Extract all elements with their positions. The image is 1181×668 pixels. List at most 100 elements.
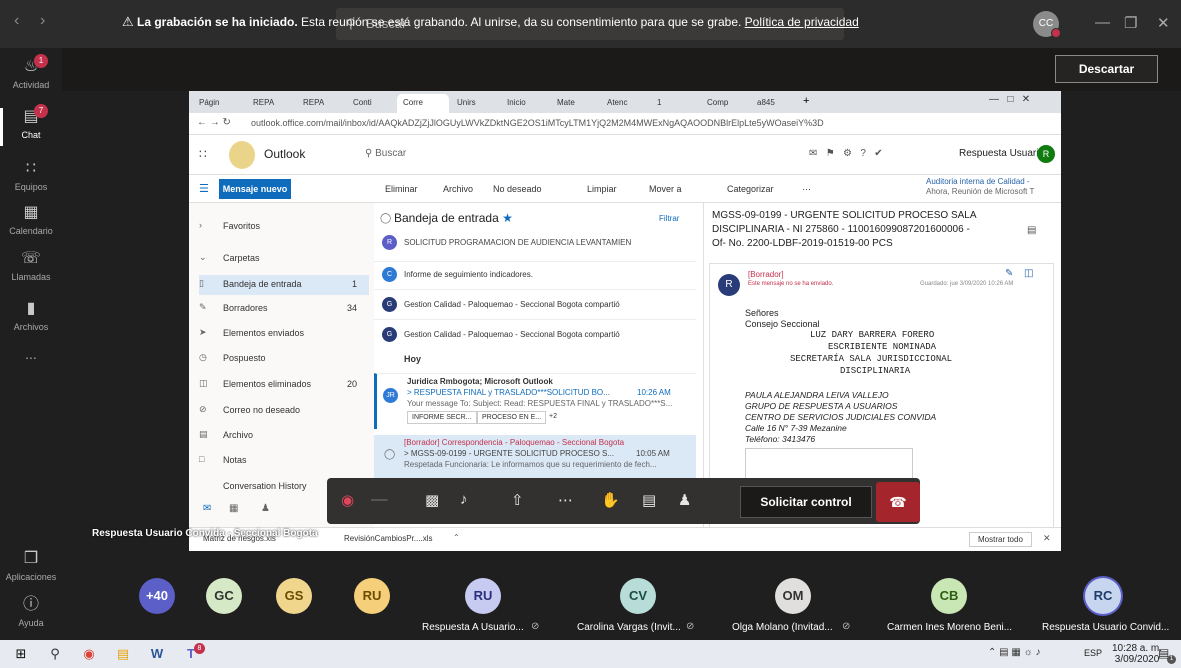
- request-control-button[interactable]: Solicitar control: [740, 486, 872, 518]
- participants-icon[interactable]: ♟: [678, 491, 691, 509]
- browser-tab[interactable]: 1: [651, 94, 699, 113]
- outlook-user-avatar[interactable]: R: [1037, 145, 1055, 163]
- browser-tab[interactable]: Unirs: [451, 94, 499, 113]
- close-icon[interactable]: ✕: [1043, 533, 1051, 544]
- rail-item-actividad[interactable]: ♨ 1 Actividad: [0, 52, 62, 102]
- mail-icon[interactable]: ✉: [203, 503, 211, 514]
- meeting-reminder[interactable]: Auditoria interna de Calidad - Ahora, Re…: [926, 177, 1058, 197]
- hang-up-button[interactable]: ☎: [876, 482, 920, 522]
- windows-start-icon[interactable]: ⊞: [12, 645, 30, 663]
- privacy-link[interactable]: Política de privacidad: [745, 15, 859, 29]
- back-icon[interactable]: ‹: [14, 12, 19, 30]
- search-icon[interactable]: ⚲: [46, 645, 64, 663]
- raise-hand-icon[interactable]: ✋: [601, 491, 620, 509]
- browser-tab[interactable]: a845: [751, 94, 799, 113]
- tray-icons[interactable]: ⌃ ▤ ▦ ☼ ♪: [988, 647, 1041, 658]
- clock[interactable]: 10:28 a. m. 3/09/2020: [1112, 643, 1162, 665]
- calendar-icon[interactable]: ▦: [229, 503, 238, 514]
- list-item[interactable]: C Informe de seguimiento indicadores.: [374, 261, 696, 287]
- people-icon[interactable]: ♟: [261, 503, 270, 514]
- browser-tab[interactable]: Atenc: [601, 94, 649, 113]
- record-icon[interactable]: ◉: [341, 491, 354, 509]
- categorize-button[interactable]: Categorizar: [727, 184, 774, 194]
- participant-avatar[interactable]: OM: [775, 578, 811, 614]
- participant-avatar[interactable]: RU: [465, 578, 501, 614]
- rail-item-aplicaciones[interactable]: ❒ Aplicaciones: [0, 544, 62, 594]
- rail-item-archivos[interactable]: ▮ Archivos: [0, 294, 62, 344]
- rail-item-equipos[interactable]: ∷ Equipos: [0, 154, 62, 204]
- folder-drafts[interactable]: ✎ Borradores 34: [199, 299, 369, 319]
- browser-tab[interactable]: Conti: [347, 94, 395, 113]
- more-options-icon[interactable]: ⋯: [558, 491, 573, 509]
- forward-icon[interactable]: ›: [40, 12, 45, 30]
- participant-overflow[interactable]: +40: [139, 578, 175, 614]
- select-circle-icon[interactable]: ◯: [384, 449, 395, 460]
- browser-tab[interactable]: REPA: [247, 94, 295, 113]
- sweep-button[interactable]: Limpiar: [587, 184, 617, 194]
- avatar[interactable]: CC: [1033, 11, 1061, 38]
- address-bar[interactable]: ← → ↻ outlook.office.com/mail/inbox/id/A…: [189, 113, 1061, 135]
- folder-notes[interactable]: □ Notas: [199, 451, 369, 471]
- attachment-chip[interactable]: INFORME SECR...: [407, 411, 477, 424]
- filter-button[interactable]: Filtrar: [659, 214, 679, 223]
- trash-icon[interactable]: ◫: [1024, 268, 1033, 279]
- move-button[interactable]: Mover a: [649, 184, 682, 194]
- camera-off-icon[interactable]: ▩: [425, 491, 439, 509]
- mic-icon[interactable]: ♪: [460, 491, 468, 508]
- folder-deleted[interactable]: ◫ Elementos eliminados 20: [199, 375, 369, 395]
- folder-junk[interactable]: ⊘ Correo no deseado: [199, 401, 369, 421]
- folder-sent[interactable]: ➤ Elementos enviados: [199, 324, 369, 344]
- header-icons[interactable]: ✉ ⚑ ⚙ ? ✔: [809, 148, 883, 159]
- show-all-button[interactable]: Mostrar todo: [969, 532, 1032, 547]
- more-actions-button[interactable]: ···: [802, 184, 811, 194]
- minimize-icon[interactable]: —: [1095, 14, 1110, 31]
- dismiss-button[interactable]: Descartar: [1055, 55, 1158, 83]
- list-item[interactable]: R SOLICITUD PROGRAMACION DE AUDIENCIA LE…: [374, 235, 696, 255]
- rail-item-ayuda[interactable]: ⓘ Ayuda: [0, 590, 62, 640]
- rail-item-llamadas[interactable]: ☏ Llamadas: [0, 244, 62, 294]
- browser-tab[interactable]: REPA: [297, 94, 345, 113]
- download-item[interactable]: RevisiónCambiosPr....xls: [344, 534, 432, 543]
- folder-carpetas[interactable]: ⌄ Carpetas: [199, 249, 369, 269]
- file-explorer-icon[interactable]: ▤: [114, 645, 132, 663]
- new-mail-button[interactable]: Mensaje nuevo: [219, 179, 291, 199]
- star-icon[interactable]: ★: [502, 211, 513, 225]
- folder-archive[interactable]: ▤ Archivo: [199, 426, 369, 446]
- edit-icon[interactable]: ✎: [1005, 268, 1013, 279]
- chevron-up-icon[interactable]: ⌃: [453, 533, 460, 542]
- archive-button[interactable]: Archivo: [443, 184, 473, 194]
- browser-tab[interactable]: Mate: [551, 94, 599, 113]
- rail-item-more[interactable]: ...: [0, 346, 62, 396]
- folder-favoritos[interactable]: › Favoritos: [199, 217, 369, 237]
- chat-icon[interactable]: ▤: [642, 491, 656, 509]
- outlook-search[interactable]: ⚲ Buscar: [365, 144, 565, 164]
- close-icon[interactable]: ✕: [1157, 14, 1170, 32]
- folder-inbox[interactable]: ▯ Bandeja de entrada 1: [199, 275, 369, 295]
- browser-tab-active[interactable]: Corre: [397, 94, 449, 113]
- rail-item-chat[interactable]: ▤ 7 Chat: [0, 102, 62, 152]
- nav-arrows-icon[interactable]: ← → ↻: [197, 117, 231, 128]
- share-screen-icon[interactable]: ⇧: [511, 491, 524, 509]
- participant-avatar[interactable]: RC: [1085, 578, 1121, 614]
- language-indicator[interactable]: ESP: [1084, 648, 1102, 658]
- popout-icon[interactable]: ▤: [1027, 225, 1036, 236]
- participant-avatar[interactable]: GC: [206, 578, 242, 614]
- list-item-selected[interactable]: ◯ [Borrador] Correspondencia - Paloquema…: [374, 435, 696, 483]
- participant-avatar[interactable]: GS: [276, 578, 312, 614]
- folder-snoozed[interactable]: ◷ Pospuesto: [199, 349, 369, 369]
- chrome-icon[interactable]: ◉: [80, 645, 98, 663]
- word-icon[interactable]: W: [148, 645, 166, 663]
- new-tab-icon[interactable]: +: [803, 95, 809, 107]
- delete-button[interactable]: Eliminar: [385, 184, 418, 194]
- browser-window-controls[interactable]: — □ ✕: [989, 94, 1030, 105]
- outlook-user-name[interactable]: Respuesta Usuari...: [959, 148, 1047, 159]
- select-all-icon[interactable]: ◯: [380, 213, 391, 224]
- attachment-chip[interactable]: PROCESO EN E...: [477, 411, 547, 424]
- browser-tab[interactable]: Inicio: [501, 94, 549, 113]
- participant-avatar[interactable]: RU: [354, 578, 390, 614]
- browser-tab[interactable]: Comp: [701, 94, 749, 113]
- maximize-icon[interactable]: ❐: [1124, 14, 1137, 32]
- junk-button[interactable]: No deseado: [493, 184, 542, 194]
- menu-icon[interactable]: ☰: [199, 182, 209, 195]
- list-item[interactable]: G Gestion Calidad - Paloquemao - Seccion…: [374, 319, 696, 349]
